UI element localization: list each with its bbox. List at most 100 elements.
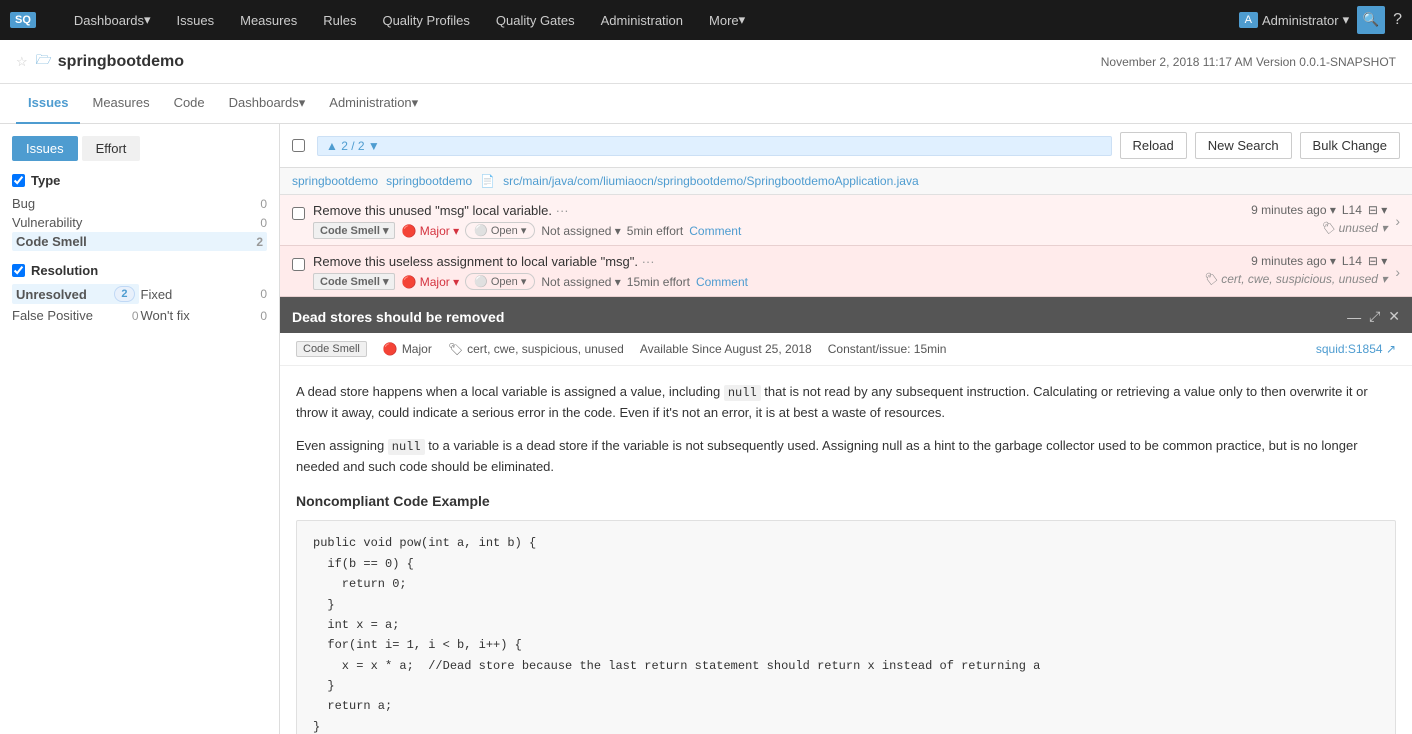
sonarqube-logo-icon: SQ [10, 12, 36, 28]
nav-rules[interactable]: Rules [311, 0, 368, 40]
issue-2-severity[interactable]: 🔴 Major ▾ [401, 275, 459, 289]
filter-wont-fix-row[interactable]: Won't fix 0 [141, 306, 268, 325]
admin-avatar: A [1239, 12, 1258, 28]
panel-minimize-button[interactable]: — [1347, 308, 1361, 325]
project-bar: ☆ 🗁 springbootdemo November 2, 2018 11:1… [0, 40, 1412, 84]
subnav-issues[interactable]: Issues [16, 84, 80, 124]
filter-bug-row[interactable]: Bug 0 [12, 194, 267, 213]
nav-measures[interactable]: Measures [228, 0, 309, 40]
subnav-administration[interactable]: Administration ▾ [317, 84, 430, 124]
code-example: public void pow(int a, int b) { if(b == … [296, 520, 1396, 734]
detail-desc-p1: A dead store happens when a local variab… [296, 382, 1396, 424]
main-layout: Issues Effort Type Bug 0 Vulnerability 0… [0, 124, 1412, 734]
filter-tab-effort[interactable]: Effort [82, 136, 141, 161]
panel-close-button[interactable]: ✕ [1388, 308, 1400, 325]
issue-1-body: Remove this unused "msg" local variable.… [313, 203, 1243, 239]
detail-type-badge: Code Smell [296, 341, 367, 357]
nav-quality-gates[interactable]: Quality Gates [484, 0, 587, 40]
issue-2-filter-icon[interactable]: ⊟ ▾ [1368, 254, 1387, 268]
detail-desc-p2: Even assigning null to a variable is a d… [296, 436, 1396, 478]
issue-row-2: Remove this useless assignment to local … [280, 246, 1412, 297]
issue-1-time: 9 minutes ago ▾ [1251, 203, 1336, 217]
detail-panel: Dead stores should be removed — ⤢ ✕ Code… [280, 297, 1412, 734]
filter-vulnerability-row[interactable]: Vulnerability 0 [12, 213, 267, 232]
panel-controls: — ⤢ ✕ [1347, 308, 1400, 325]
issue-2-effort: 15min effort [627, 275, 690, 289]
subnav-dashboards[interactable]: Dashboards ▾ [217, 84, 318, 124]
nav-dashboards[interactable]: Dashboards ▾ [62, 0, 163, 40]
issue-2-title: Remove this useless assignment to local … [313, 254, 1195, 269]
new-search-button[interactable]: New Search [1195, 132, 1292, 159]
file-separator: 📄 [480, 174, 495, 188]
issue-1-comment-link[interactable]: Comment [689, 224, 741, 238]
project-meta: November 2, 2018 11:17 AM Version 0.0.1-… [1101, 55, 1396, 69]
filter-unresolved-row[interactable]: Unresolved 2 [12, 284, 139, 304]
filter-type-section: Type Bug 0 Vulnerability 0 Code Smell 2 [12, 173, 267, 251]
issue-2-status[interactable]: ⚪ Open ▾ [465, 273, 535, 290]
issue-2-assignee[interactable]: Not assigned ▾ [541, 275, 620, 289]
issue-1-title-text[interactable]: Remove this unused "msg" local variable.… [313, 203, 569, 218]
project-link[interactable]: springbootdemo [292, 174, 378, 188]
reload-button[interactable]: Reload [1120, 132, 1187, 159]
issue-1-assignee[interactable]: Not assigned ▾ [541, 224, 620, 238]
detail-severity-icon: 🔴 [383, 342, 398, 356]
nav-right-controls: A Administrator ▾ 🔍 ? [1239, 6, 1402, 34]
issue-2-line: L14 [1342, 254, 1362, 268]
issue-2-comment-link[interactable]: Comment [696, 275, 748, 289]
issue-1-filter-icon[interactable]: ⊟ ▾ [1368, 203, 1387, 217]
issue-2-meta: Code Smell ▾ 🔴 Major ▾ ⚪ Open ▾ Not assi… [313, 273, 1195, 290]
issue-2-tags: 🏷 cert, cwe, suspicious, unused ▾ [1203, 272, 1388, 286]
top-navigation: SQ Dashboards ▾ Issues Measures Rules Qu… [0, 0, 1412, 40]
administrator-menu[interactable]: A Administrator ▾ [1239, 12, 1349, 28]
detail-tags: 🏷 cert, cwe, suspicious, unused [448, 342, 624, 356]
filter-fixed-row[interactable]: Fixed 0 [141, 284, 268, 304]
issue-1-checkbox[interactable] [292, 207, 305, 220]
sidebar-filters: Issues Effort Type Bug 0 Vulnerability 0… [0, 124, 280, 734]
subnav-measures[interactable]: Measures [80, 84, 161, 124]
file-path-link[interactable]: src/main/java/com/liumiaocn/springbootde… [503, 174, 919, 188]
filter-resolution-title: Resolution [12, 263, 267, 278]
panel-maximize-button[interactable]: ⤢ [1369, 308, 1380, 325]
filter-false-positive-row[interactable]: False Positive 0 [12, 306, 139, 325]
project-name-link[interactable]: springbootdemo [386, 174, 472, 188]
issue-1-type-badge[interactable]: Code Smell ▾ [313, 222, 395, 239]
favorite-star-icon[interactable]: ☆ [16, 54, 28, 70]
top-nav-items: Dashboards ▾ Issues Measures Rules Quali… [62, 0, 1239, 40]
issue-2-type-badge[interactable]: Code Smell ▾ [313, 273, 395, 290]
global-search-button[interactable]: 🔍 [1357, 6, 1385, 34]
nav-administration[interactable]: Administration [589, 0, 695, 40]
issue-2-expand-arrow[interactable]: › [1395, 264, 1400, 280]
issue-1-right: 9 minutes ago ▾ L14 ⊟ ▾ 🏷 unused ▾ [1251, 203, 1387, 235]
issue-2-title-text[interactable]: Remove this useless assignment to local … [313, 254, 655, 269]
filter-tab-issues[interactable]: Issues [12, 136, 78, 161]
issue-1-severity[interactable]: 🔴 Major ▾ [401, 224, 459, 238]
filter-type-checkbox[interactable] [12, 174, 25, 187]
squid-external-link-icon[interactable]: ↗ [1386, 342, 1396, 356]
filter-code-smell-row[interactable]: Code Smell 2 [12, 232, 267, 251]
issues-toolbar: ▲ 2 / 2 ▼ Reload New Search Bulk Change [280, 124, 1412, 168]
nav-issues[interactable]: Issues [165, 0, 227, 40]
filter-tabs: Issues Effort [12, 136, 267, 161]
project-name: springbootdemo [58, 53, 184, 71]
detail-squid-ref: squid:S1854 ↗ [1316, 342, 1396, 356]
select-all-checkbox[interactable] [292, 139, 305, 152]
null-code-2: null [388, 439, 425, 455]
detail-severity: 🔴 Major [383, 342, 432, 356]
nav-more[interactable]: More ▾ [697, 0, 757, 40]
issue-2-checkbox[interactable] [292, 258, 305, 271]
detail-tags-list: cert, cwe, suspicious, unused [467, 342, 624, 356]
issue-1-expand-arrow[interactable]: › [1395, 213, 1400, 229]
bulk-change-button[interactable]: Bulk Change [1300, 132, 1400, 159]
logo[interactable]: SQ [10, 12, 42, 28]
help-button[interactable]: ? [1393, 11, 1402, 29]
nav-quality-profiles[interactable]: Quality Profiles [370, 0, 481, 40]
resolution-grid: Unresolved 2 Fixed 0 False Positive 0 Wo… [12, 284, 267, 325]
issue-1-meta: Code Smell ▾ 🔴 Major ▾ ⚪ Open ▾ Not assi… [313, 222, 1243, 239]
issue-2-time: 9 minutes ago ▾ [1251, 254, 1336, 268]
sort-info: ▲ 2 / 2 ▼ [317, 136, 1112, 156]
filter-resolution-checkbox[interactable] [12, 264, 25, 277]
sort-badge[interactable]: ▲ 2 / 2 ▼ [317, 136, 1112, 156]
issue-1-title: Remove this unused "msg" local variable.… [313, 203, 1243, 218]
issue-1-status[interactable]: ⚪ Open ▾ [465, 222, 535, 239]
subnav-code[interactable]: Code [162, 84, 217, 124]
